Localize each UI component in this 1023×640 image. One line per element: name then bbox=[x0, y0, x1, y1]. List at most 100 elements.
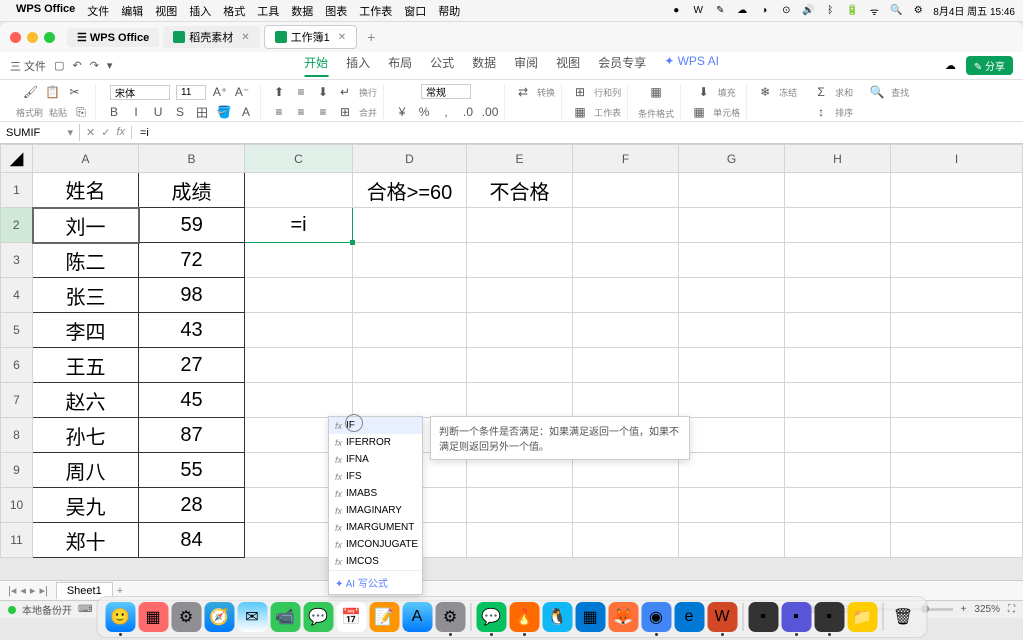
cell[interactable] bbox=[785, 523, 891, 558]
cell[interactable] bbox=[785, 383, 891, 418]
copy-icon[interactable]: ⎘ bbox=[73, 104, 89, 120]
cell[interactable] bbox=[245, 313, 353, 348]
dock-wps[interactable]: W bbox=[707, 602, 737, 632]
cell[interactable]: 周八 bbox=[33, 453, 139, 488]
bold-icon[interactable]: B bbox=[106, 104, 122, 120]
cell[interactable] bbox=[785, 313, 891, 348]
cell[interactable] bbox=[679, 488, 785, 523]
sheet-nav-first[interactable]: |◂ bbox=[8, 584, 16, 597]
cell[interactable]: 刘一 bbox=[33, 208, 139, 243]
ribbon-tab-data[interactable]: 数据 bbox=[472, 54, 496, 77]
cell[interactable] bbox=[785, 278, 891, 313]
status-icon[interactable]: ✎ bbox=[713, 4, 727, 18]
cell[interactable] bbox=[891, 278, 1023, 313]
dock-launchpad[interactable]: ▦ bbox=[138, 602, 168, 632]
cell[interactable] bbox=[467, 523, 573, 558]
col-header-C[interactable]: C bbox=[245, 145, 353, 173]
row-header[interactable]: 9 bbox=[1, 453, 33, 488]
status-icon[interactable]: ☁ bbox=[735, 4, 749, 18]
cell[interactable] bbox=[679, 173, 785, 208]
status-icon[interactable]: ● bbox=[669, 4, 683, 18]
cell[interactable]: 72 bbox=[139, 243, 245, 278]
sheet-nav-prev[interactable]: ◂ bbox=[20, 584, 26, 597]
autocomplete-item[interactable]: fxIFERROR bbox=[329, 434, 422, 451]
ribbon-tab-view[interactable]: 视图 bbox=[556, 54, 580, 77]
search-icon[interactable]: 🔍 bbox=[889, 4, 903, 18]
cell[interactable] bbox=[573, 348, 679, 383]
spreadsheet-grid[interactable]: ◢ A B C D E F G H I 1 姓名 成绩 合格>=60 不合格 2… bbox=[0, 144, 1023, 558]
col-header-F[interactable]: F bbox=[573, 145, 679, 173]
ribbon-tab-layout[interactable]: 布局 bbox=[388, 54, 412, 77]
ribbon-tab-formula[interactable]: 公式 bbox=[430, 54, 454, 77]
tab-doc-2[interactable]: 工作簿1 ✕ bbox=[264, 25, 358, 49]
cell[interactable]: 98 bbox=[139, 278, 245, 313]
zoom-value[interactable]: 325% bbox=[974, 604, 1000, 615]
align-right-icon[interactable]: ≡ bbox=[315, 104, 331, 120]
control-center-icon[interactable]: ⚙ bbox=[911, 4, 925, 18]
cut-icon[interactable]: ✂ bbox=[67, 84, 83, 100]
align-middle-icon[interactable]: ≡ bbox=[293, 84, 309, 100]
cell[interactable] bbox=[785, 173, 891, 208]
status-icon[interactable]: W bbox=[691, 4, 705, 18]
row-header[interactable]: 5 bbox=[1, 313, 33, 348]
autocomplete-item[interactable]: fxIMABS bbox=[329, 485, 422, 502]
dock-chrome[interactable]: ◉ bbox=[641, 602, 671, 632]
cell[interactable] bbox=[891, 453, 1023, 488]
bluetooth-icon[interactable]: ᛒ bbox=[823, 4, 837, 18]
qat-icon[interactable]: ▢ bbox=[54, 59, 64, 72]
menu-insert[interactable]: 插入 bbox=[189, 3, 211, 19]
share-button[interactable]: ✎ 分享 bbox=[966, 56, 1013, 75]
cell[interactable]: 成绩 bbox=[139, 173, 245, 208]
status-icon[interactable]: ⊙ bbox=[779, 4, 793, 18]
autocomplete-item[interactable]: fxIMARGUMENT bbox=[329, 519, 422, 536]
merge-icon[interactable]: ⊞ bbox=[337, 104, 353, 120]
accept-formula-icon[interactable]: ✓ bbox=[101, 126, 110, 139]
rowcol-icon[interactable]: ⊞ bbox=[572, 84, 588, 100]
cell[interactable] bbox=[467, 278, 573, 313]
wechat-icon[interactable]: ◑ bbox=[757, 4, 771, 18]
sheet-nav-last[interactable]: ▸| bbox=[39, 584, 47, 597]
cell[interactable] bbox=[573, 383, 679, 418]
cell[interactable] bbox=[245, 383, 353, 418]
battery-icon[interactable]: 🔋 bbox=[845, 4, 859, 18]
cell[interactable]: 不合格 bbox=[467, 173, 573, 208]
percent-icon[interactable]: % bbox=[416, 104, 432, 120]
wrap-icon[interactable]: ↵ bbox=[337, 84, 353, 100]
qat-icon[interactable]: ↷ bbox=[90, 59, 99, 72]
dock-appstore[interactable]: A bbox=[402, 602, 432, 632]
cell[interactable] bbox=[573, 243, 679, 278]
sheet-nav-next[interactable]: ▸ bbox=[30, 584, 36, 597]
cell[interactable]: 陈二 bbox=[33, 243, 139, 278]
comma-icon[interactable]: , bbox=[438, 104, 454, 120]
row-header[interactable]: 7 bbox=[1, 383, 33, 418]
cell[interactable]: 姓名 bbox=[33, 173, 139, 208]
autocomplete-item[interactable]: fxIMCONJUGATE bbox=[329, 536, 422, 553]
currency-icon[interactable]: ¥ bbox=[394, 104, 410, 120]
cell[interactable] bbox=[891, 348, 1023, 383]
cell[interactable]: 27 bbox=[139, 348, 245, 383]
name-box[interactable]: SUMIF▾ bbox=[0, 124, 80, 141]
cell[interactable]: 李四 bbox=[33, 313, 139, 348]
dock-facetime[interactable]: 📹 bbox=[270, 602, 300, 632]
cell[interactable]: 28 bbox=[139, 488, 245, 523]
cell[interactable] bbox=[785, 488, 891, 523]
cell[interactable] bbox=[353, 208, 467, 243]
font-name-select[interactable] bbox=[110, 85, 170, 100]
cell[interactable] bbox=[467, 313, 573, 348]
cell[interactable] bbox=[467, 348, 573, 383]
cell[interactable] bbox=[679, 383, 785, 418]
cell[interactable] bbox=[573, 313, 679, 348]
worksheet-icon[interactable]: ▦ bbox=[572, 104, 588, 120]
ribbon-tab-review[interactable]: 审阅 bbox=[514, 54, 538, 77]
zoom-in[interactable]: + bbox=[961, 604, 967, 615]
cell[interactable] bbox=[573, 208, 679, 243]
add-sheet-button[interactable]: + bbox=[117, 585, 123, 597]
dock-firefox[interactable]: 🦊 bbox=[608, 602, 638, 632]
menu-file[interactable]: 文件 bbox=[87, 3, 109, 19]
dock-safari[interactable]: 🧭 bbox=[204, 602, 234, 632]
wifi-icon[interactable]: ᯤ bbox=[867, 4, 881, 18]
cell[interactable] bbox=[891, 523, 1023, 558]
ribbon-tab-insert[interactable]: 插入 bbox=[346, 54, 370, 77]
cell[interactable] bbox=[573, 488, 679, 523]
autocomplete-item[interactable]: fxIFNA bbox=[329, 451, 422, 468]
